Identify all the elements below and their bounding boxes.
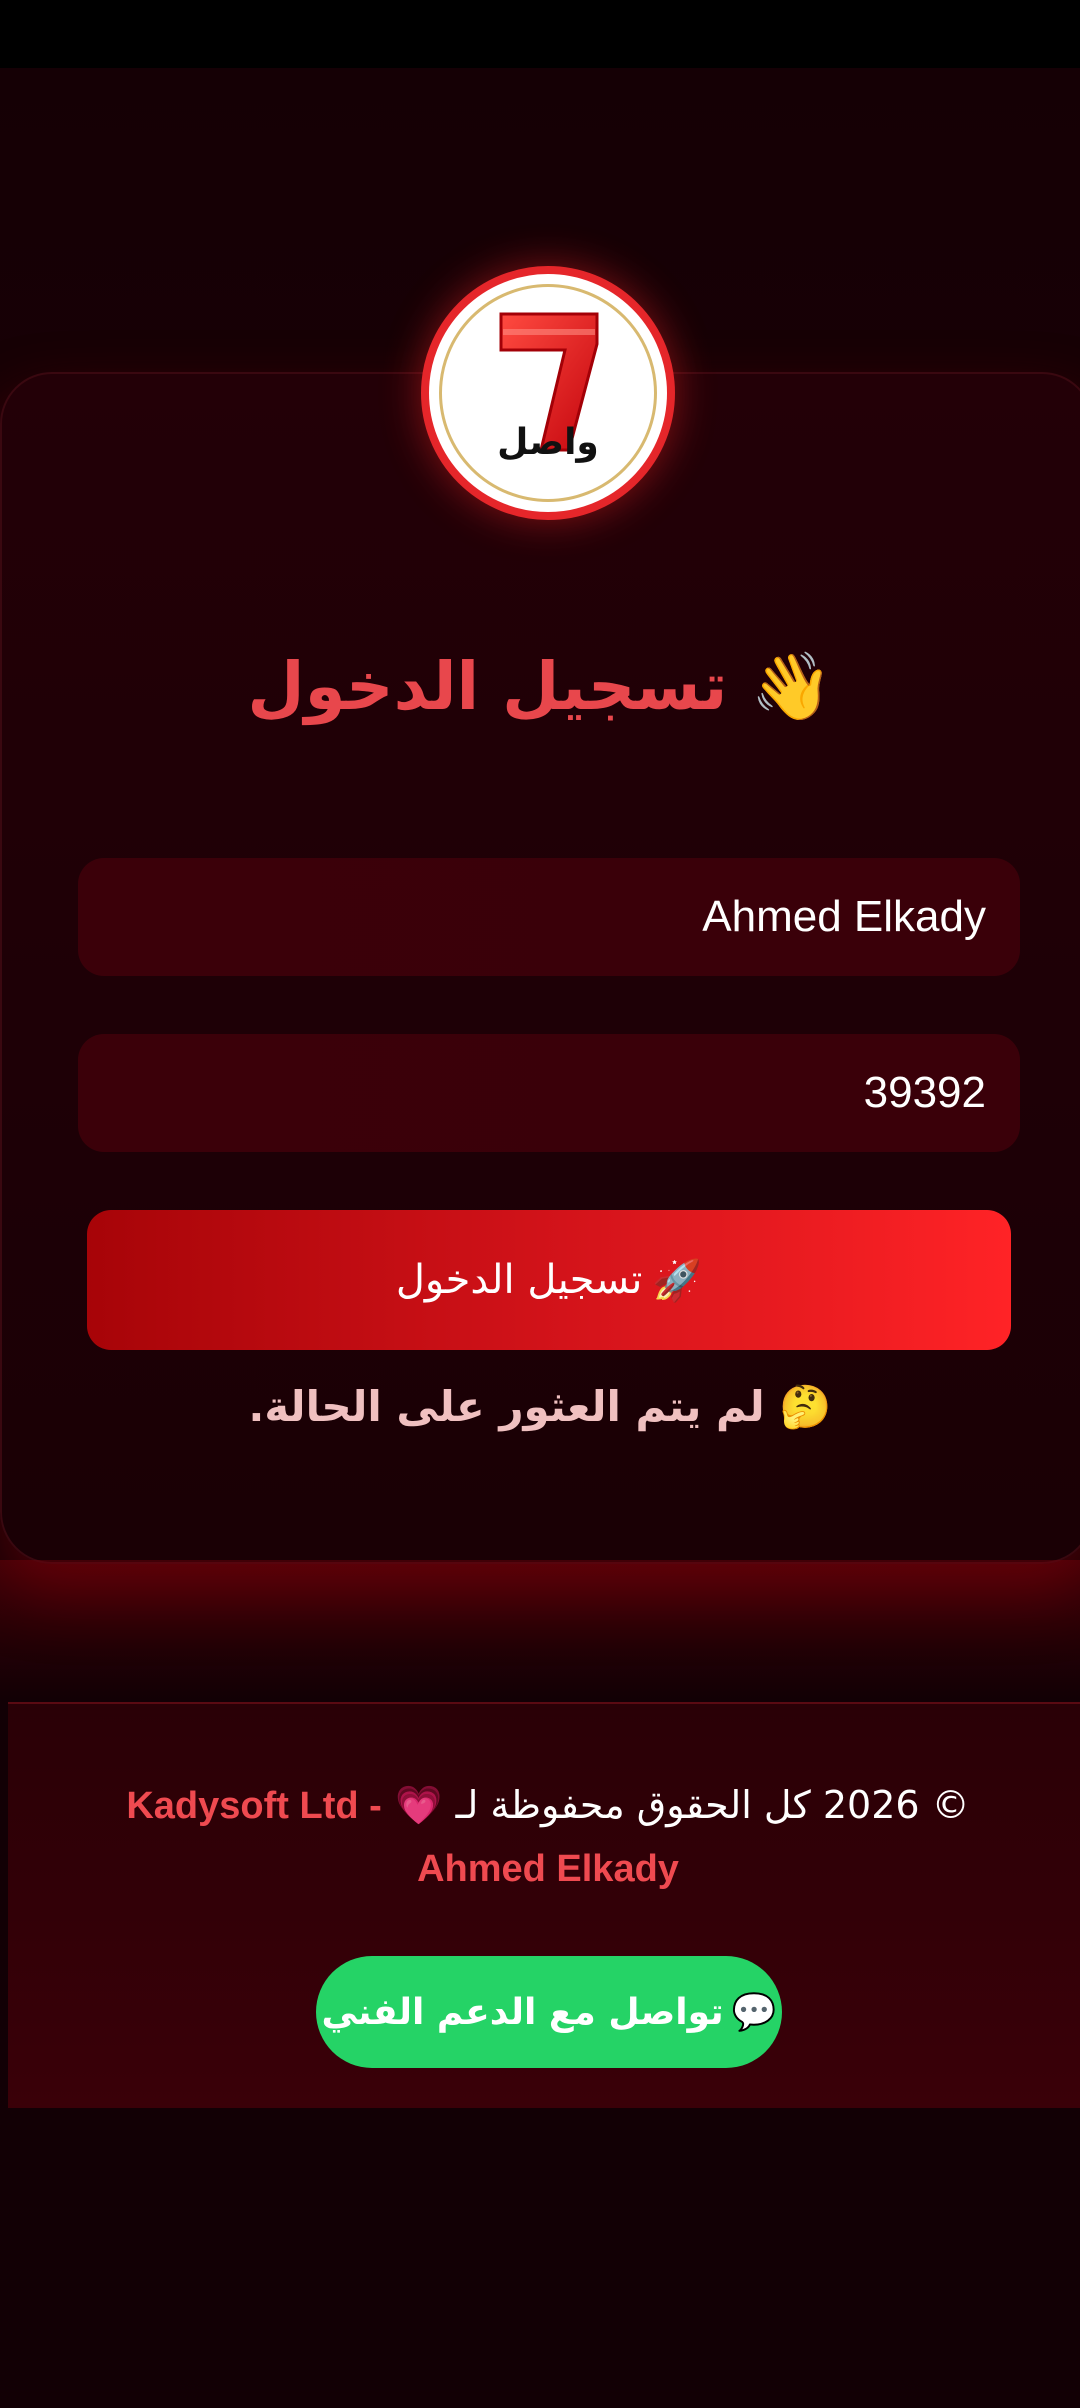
status-message-text: لم يتم العثور على الحالة. [248, 1382, 765, 1431]
app-logo: واصل [421, 266, 675, 520]
support-button-label: تواصل مع الدعم الفني [321, 1991, 724, 2033]
rocket-icon: 🚀 [652, 1257, 703, 1304]
chat-icon: 💬 [731, 1992, 777, 2033]
footer: © 2026 كل الحقوق محفوظة لـ 💗 Kadysoft Lt… [8, 1702, 1080, 2110]
status-message: 🤔 لم يتم العثور على الحالة. [0, 1382, 1080, 1432]
code-field-value: 39392 [863, 1068, 986, 1117]
footer-copyright: © 2026 كل الحقوق محفوظة لـ 💗 Kadysoft Lt… [78, 1774, 1018, 1900]
status-bar [0, 0, 1080, 68]
login-button[interactable]: 🚀 تسجيل الدخول [87, 1210, 1011, 1350]
name-field[interactable]: Ahmed Elkady [78, 858, 1020, 976]
card-glow [0, 1560, 1080, 1700]
thinking-icon: 🤔 [779, 1382, 832, 1431]
support-button[interactable]: 💬 تواصل مع الدعم الفني [316, 1956, 782, 2068]
page-title-text: تسجيل الدخول [247, 648, 728, 725]
heart-icon: 💗 [395, 1783, 443, 1827]
copyright-text: © 2026 كل الحقوق محفوظة لـ [455, 1783, 970, 1827]
name-field-value: Ahmed Elkady [702, 892, 986, 941]
login-button-label: تسجيل الدخول [395, 1257, 643, 1303]
bottom-area [0, 2108, 1080, 2408]
logo-text: واصل [497, 422, 599, 463]
login-page: واصل 👋 تسجيل الدخول Ahmed Elkady 39392 🚀… [0, 0, 1080, 2408]
page-title: 👋 تسجيل الدخول [0, 648, 1080, 726]
code-field[interactable]: 39392 [78, 1034, 1020, 1152]
wave-icon: 👋 [750, 648, 833, 725]
seven-icon [499, 312, 599, 452]
